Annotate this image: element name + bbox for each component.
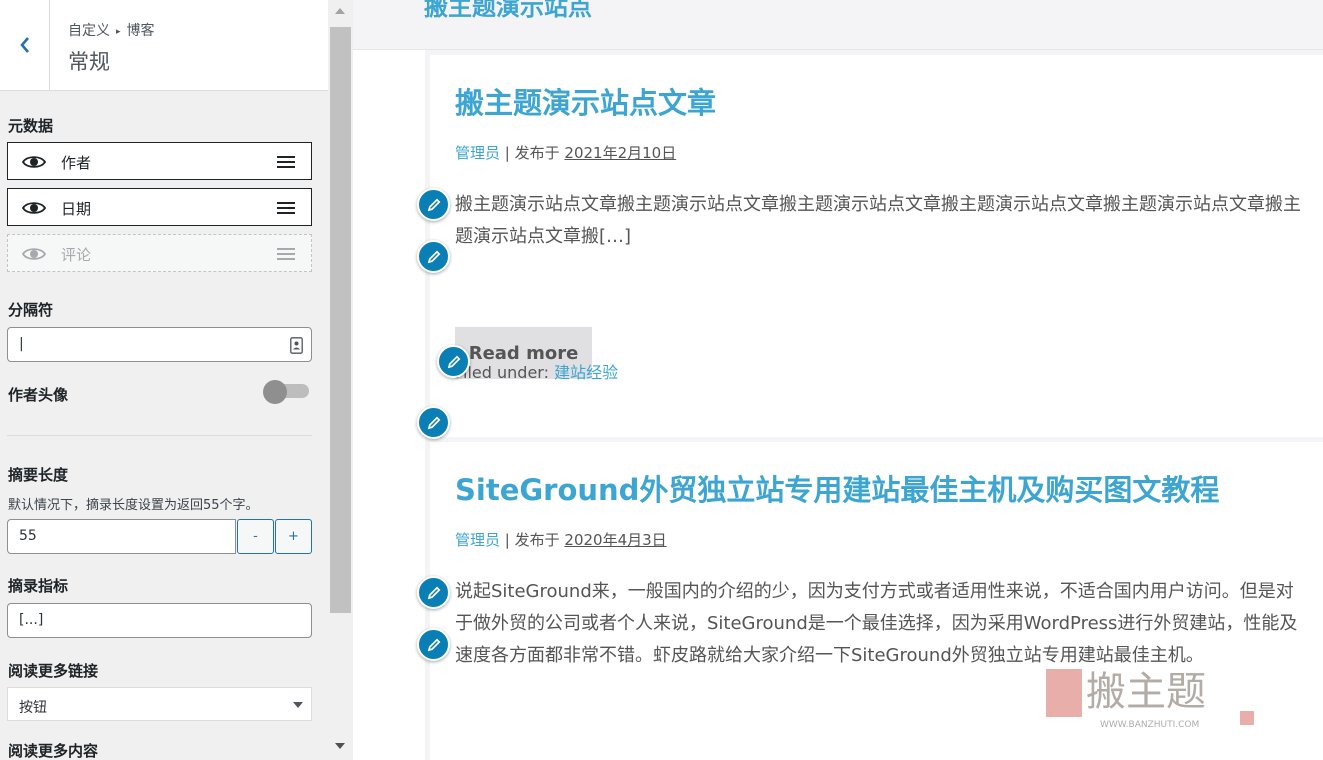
published-prefix: 发布于 [514,144,560,162]
customizer-sidebar: 自定义 ▸ 博客 常规 元数据 作者 日期 评论 分隔符 | 作者头像 摘要长度 默… [0,0,328,760]
excerpt-indicator-input[interactable]: [...] [7,603,312,638]
site-title[interactable]: 搬主题演示站点 [424,0,592,22]
back-button[interactable] [0,0,50,90]
excerpt-indicator-label: 摘录指标 [8,577,69,595]
pencil-icon [427,250,440,263]
edit-shortcut-button[interactable] [437,345,470,378]
eye-icon[interactable] [22,200,46,216]
eye-icon[interactable] [22,246,46,262]
caret-down-icon [293,702,303,708]
site-header: 搬主题演示站点 [353,0,1323,50]
meta-item-label: 评论 [61,246,92,264]
post-author-link[interactable]: 管理员 [455,144,500,162]
breadcrumb-item-customize: 自定义 [68,23,110,39]
pencil-icon [427,416,440,429]
separator-value: | [19,336,24,352]
excerpt-length-label: 摘要长度 [8,466,69,484]
post-date-link[interactable]: 2021年2月10日 [564,144,676,162]
meta-section-label: 元数据 [8,117,54,135]
section-title: 常规 [68,50,110,74]
scrollbar-thumb[interactable] [330,27,351,613]
section-divider [7,435,312,436]
excerpt-length-input[interactable]: 55 [7,519,236,554]
edit-shortcut-button[interactable] [417,576,450,609]
edit-shortcut-button[interactable] [417,188,450,221]
contact-card-icon[interactable] [290,337,303,354]
post-categories: Filed under: 建站经验 [455,359,618,383]
read-more-link-value: 按钮 [19,700,47,716]
meta-item-author[interactable]: 作者 [7,142,312,180]
read-more-link-select[interactable]: 按钮 [7,687,312,721]
eye-icon[interactable] [22,154,46,170]
read-more-link-label: 阅读更多链接 [8,662,99,680]
meta-item-label: 作者 [61,154,92,172]
edit-shortcut-button[interactable] [417,406,450,439]
edit-shortcut-button[interactable] [417,240,450,273]
post-author-link[interactable]: 管理员 [455,531,500,549]
post-date-link[interactable]: 2020年4月3日 [564,531,666,549]
category-link[interactable]: 建站经验 [554,363,618,382]
separator-label: 分隔符 [8,301,54,319]
chevron-left-icon [19,37,29,53]
meta-item-label: 日期 [61,200,92,218]
breadcrumb: 自定义 ▸ 博客 [68,20,155,40]
separator-input[interactable]: | [7,327,312,362]
pencil-icon [427,586,440,599]
meta-item-comments[interactable]: 评论 [7,234,312,272]
pencil-icon [447,355,460,368]
read-more-content-label: 阅读更多内容 [8,742,99,760]
watermark-text: 搬主题 [1086,669,1206,715]
decrement-button[interactable]: - [237,519,274,554]
excerpt-length-value: 55 [19,528,37,544]
scroll-up-icon[interactable] [334,7,346,15]
excerpt-indicator-value: [...] [19,612,44,628]
toggle-knob [263,380,287,404]
site-preview: 搬主题演示站点 搬主题演示站点文章 管理员 | 发布于 2021年2月10日 搬… [353,0,1323,760]
post-title[interactable]: 搬主题演示站点文章 [455,80,716,122]
breadcrumb-separator-icon: ▸ [116,27,121,37]
edit-shortcut-button[interactable] [417,628,450,661]
post-excerpt: 搬主题演示站点文章搬主题演示站点文章搬主题演示站点文章搬主题演示站点文章搬主题演… [455,194,1301,247]
post-title[interactable]: SiteGround外贸独立站专用建站最佳主机及购买图文教程 [455,467,1219,509]
post-card: 搬主题演示站点文章 管理员 | 发布于 2021年2月10日 搬主题演示站点文章… [425,50,1323,462]
sidebar-scrollbar[interactable] [328,0,353,760]
post-meta: 管理员 | 发布于 2021年2月10日 [455,142,676,163]
post-meta: 管理员 | 发布于 2020年4月3日 [455,529,667,550]
watermark-logo: 搬主题 WWW.BANZHUTI.COM [1046,669,1254,730]
meta-separator: | [504,531,515,549]
drag-handle-icon[interactable] [277,202,295,214]
increment-button[interactable]: + [275,519,312,554]
pencil-icon [427,638,440,651]
drag-handle-icon[interactable] [277,156,295,168]
section-header: 自定义 ▸ 博客 常规 [0,0,328,91]
published-prefix: 发布于 [514,531,560,549]
breadcrumb-item-blog: 博客 [126,23,155,39]
meta-separator: | [504,144,515,162]
author-avatar-toggle[interactable] [263,380,309,404]
drag-handle-icon[interactable] [277,248,295,260]
excerpt-length-description: 默认情况下，摘录长度设置为返回55个字。 [8,498,259,513]
scroll-down-icon[interactable] [334,742,346,750]
watermark-url: WWW.BANZHUTI.COM [1100,720,1199,730]
pencil-icon [427,198,440,211]
meta-item-date[interactable]: 日期 [7,188,312,226]
author-avatar-label: 作者头像 [8,386,69,404]
